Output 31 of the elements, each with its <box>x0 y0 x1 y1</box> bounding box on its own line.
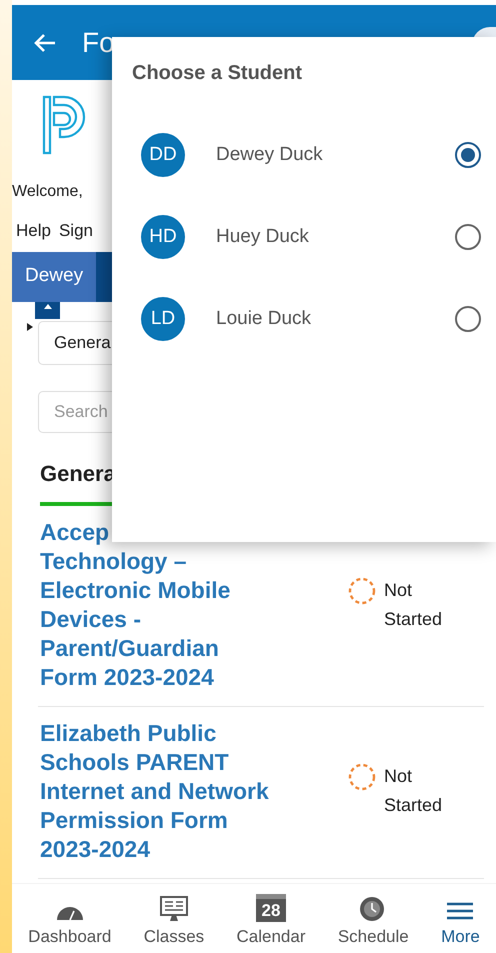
radio-button[interactable] <box>455 306 481 332</box>
avatar: DD <box>141 133 185 177</box>
calendar-icon: 28 <box>256 894 286 922</box>
back-icon[interactable] <box>34 32 56 52</box>
form-title[interactable]: Elizabeth Public Schools PARENT Internet and Network Permission Form 2023-2024 <box>40 718 269 864</box>
status-text: Not Started <box>384 578 444 630</box>
student-option[interactable]: DD Dewey Duck <box>132 114 496 196</box>
expand-icon[interactable] <box>26 322 34 330</box>
student-option[interactable]: HD Huey Duck <box>132 196 496 278</box>
monitor-icon <box>158 896 189 922</box>
status-icon <box>348 763 376 791</box>
avatar: LD <box>141 297 185 341</box>
welcome-text: Welcome, <box>12 182 84 202</box>
student-option[interactable]: LD Louie Duck <box>132 278 496 360</box>
menu-icon <box>446 900 474 922</box>
nav-link[interactable]: Help <box>16 218 51 244</box>
nav-tab[interactable]: Classes <box>144 896 204 949</box>
nav-tab[interactable]: Dashboard <box>28 902 112 949</box>
status-icon <box>348 576 376 604</box>
logo-icon <box>42 95 88 155</box>
nav-tab[interactable]: 28 Calendar <box>236 894 306 949</box>
nav-link[interactable]: Sign <box>58 218 93 244</box>
radio-button[interactable] <box>455 224 481 250</box>
nav-tab[interactable]: More <box>441 900 480 949</box>
nav-tab[interactable]: Schedule <box>338 894 409 949</box>
avatar: HD <box>141 215 185 259</box>
status-text: Not Started <box>384 765 444 817</box>
student-tab[interactable]: Dewey <box>12 252 96 302</box>
collapse-toggle[interactable] <box>35 302 60 318</box>
radio-button[interactable] <box>455 142 481 168</box>
dialog-title: Choose a Student <box>132 61 304 85</box>
